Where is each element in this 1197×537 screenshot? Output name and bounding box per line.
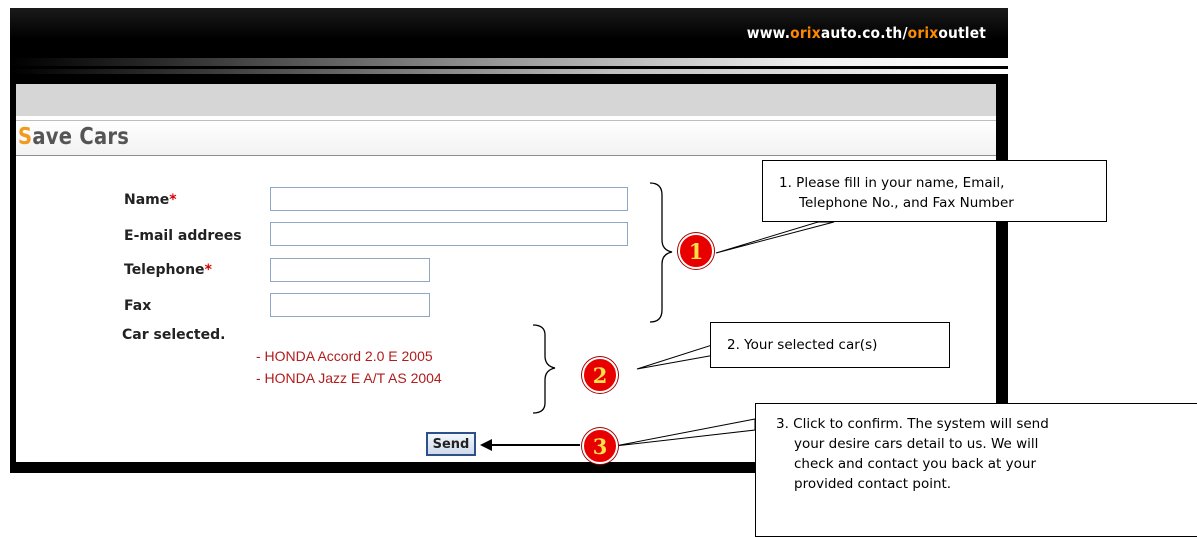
callout-1-line-1: 1. Please fill in your name, Email,: [779, 175, 1005, 191]
callout-1: 1. Please fill in your name, Email, Tele…: [762, 160, 1107, 222]
callout-2: 2. Your selected car(s): [710, 322, 950, 368]
callout-3-pointer: [614, 418, 756, 447]
callout-3-line-1: 3. Click to confirm. The system will sen…: [776, 416, 1049, 432]
arrow-head: [480, 439, 492, 451]
step-2-badge: 2: [582, 357, 618, 393]
step-1-badge: 1: [678, 233, 714, 269]
callout-3-line-4: provided contact point.: [794, 476, 952, 492]
callout-3: 3. Click to confirm. The system will sen…: [755, 403, 1197, 537]
brace-1: [649, 182, 673, 323]
callout-3-line-3: check and contact you back at your: [794, 456, 1036, 472]
callout-1-pointer: [715, 221, 835, 254]
callout-3-line-2: your desire cars detail to us. We will: [794, 436, 1039, 452]
callout-1-line-2: Telephone No., and Fax Number: [799, 195, 1014, 211]
brace-2: [532, 324, 556, 414]
step-3-badge: 3: [582, 428, 618, 464]
